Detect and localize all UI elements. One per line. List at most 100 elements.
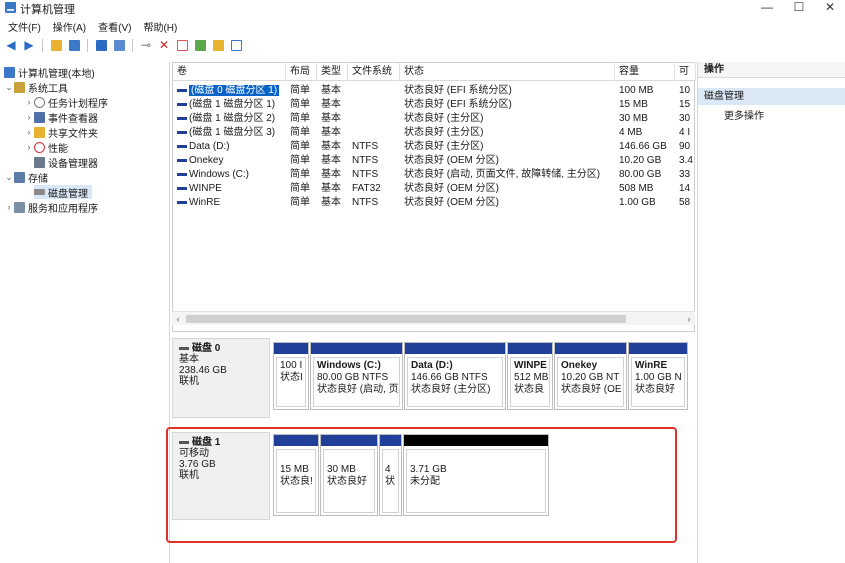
scroll-right-icon[interactable]: › <box>683 312 695 326</box>
cell-type: 基本 <box>321 99 341 110</box>
check-icon[interactable] <box>175 38 189 52</box>
tree-item-label: 任务计划程序 <box>48 98 108 110</box>
column-header-capacity[interactable]: 容量 <box>615 63 675 81</box>
cell-type: 基本 <box>321 127 341 138</box>
chevron-right-icon[interactable]: › <box>24 142 34 152</box>
column-header-volume[interactable]: 卷 <box>173 63 286 81</box>
cell-volume: Data (D:) <box>173 140 286 153</box>
cell-volume: (磁盘 1 磁盘分区 1) <box>173 98 286 111</box>
scroll-left-icon[interactable]: ‹ <box>172 312 184 326</box>
table-row[interactable]: (磁盘 0 磁盘分区 1) 简单 基本 状态良好 (EFI 系统分区) 100 … <box>173 84 696 97</box>
cell-layout: 简单 <box>290 141 310 152</box>
cell-status: 状态良好 (EFI 系统分区) <box>404 99 512 110</box>
chevron-right-icon[interactable]: › <box>24 112 34 122</box>
search-icon[interactable] <box>211 38 225 52</box>
help-icon[interactable] <box>94 38 108 52</box>
table-row[interactable]: WinRE 简单 基本 NTFS 状态良好 (OEM 分区) 1.00 GB 5… <box>173 196 696 209</box>
properties-icon[interactable] <box>112 38 126 52</box>
actions-section-disk-management[interactable]: 磁盘管理 <box>698 88 845 105</box>
tree-item-shared-folders[interactable]: › 共享文件夹 <box>24 125 98 140</box>
volume-icon <box>177 172 187 176</box>
refresh-icon[interactable] <box>193 38 207 52</box>
menu-view[interactable]: 查看(V) <box>98 19 131 34</box>
cell-volume: (磁盘 1 磁盘分区 3) <box>173 126 286 139</box>
tree-item-disk-management[interactable]: 磁盘管理 <box>34 185 92 200</box>
tree-item-storage[interactable]: ⌄ 存储 <box>4 170 48 185</box>
table-row[interactable]: (磁盘 1 磁盘分区 2) 简单 基本 状态良好 (主分区) 30 MB 30 <box>173 112 696 125</box>
table-row[interactable]: Data (D:) 简单 基本 NTFS 状态良好 (主分区) 146.66 G… <box>173 140 696 153</box>
cell-layout: 简单 <box>290 85 310 96</box>
show-hide-tree-icon[interactable] <box>67 38 81 52</box>
chevron-right-icon[interactable]: › <box>24 97 34 107</box>
disk-0-partition-winre[interactable]: WinRE 1.00 GB N 状态良好 <box>628 342 688 410</box>
tree-item-event-viewer[interactable]: › 事件查看器 <box>24 110 98 125</box>
menu-action[interactable]: 操作(A) <box>53 19 86 34</box>
disk-0-partition-d[interactable]: Data (D:) 146.66 GB NTFS 状态良好 (主分区) <box>404 342 506 410</box>
partition-bar <box>629 343 687 354</box>
partition-body: Data (D:) 146.66 GB NTFS 状态良好 (主分区) <box>407 357 503 407</box>
cell-filesystem: NTFS <box>352 169 379 180</box>
tools-icon <box>14 81 25 93</box>
tree-item-root[interactable]: 计算机管理(本地) <box>4 65 95 80</box>
column-header-free[interactable]: 可 <box>675 63 696 81</box>
disk-1-highlight-box <box>166 427 677 543</box>
partition-status: 状态良好 (启动, 页 <box>317 384 399 395</box>
connect-icon[interactable]: ⊸ <box>139 38 153 52</box>
toolbar-separator <box>42 38 43 52</box>
tree-item-performance[interactable]: › 性能 <box>24 140 68 155</box>
menu-bar: 文件(F) 操作(A) 查看(V) 帮助(H) <box>0 18 845 34</box>
cell-free: 15 <box>679 99 691 110</box>
partition-size: 146.66 GB NTFS <box>411 372 488 383</box>
cell-layout: 简单 <box>290 155 310 166</box>
disk-0-partition-efi[interactable]: 100 I 状态I <box>273 342 309 410</box>
horizontal-scrollbar[interactable]: ‹ › <box>172 311 695 325</box>
menu-file[interactable]: 文件(F) <box>8 19 41 34</box>
table-row[interactable]: (磁盘 1 磁盘分区 3) 简单 基本 状态良好 (主分区) 4 MB 4 I <box>173 126 696 139</box>
disk-0-partition-winpe[interactable]: WINPE 512 MB 状态良 <box>507 342 553 410</box>
disk-0-partition-c[interactable]: Windows (C:) 80.00 GB NTFS 状态良好 (启动, 页 <box>310 342 403 410</box>
chevron-right-icon[interactable]: › <box>4 202 14 212</box>
cell-status: 状态良好 (主分区) <box>404 127 484 138</box>
volume-list-header: 卷 布局 类型 文件系统 状态 容量 可 <box>173 63 696 81</box>
scrollbar-thumb[interactable] <box>186 315 626 323</box>
chevron-down-icon[interactable]: ⌄ <box>4 172 14 183</box>
chevron-down-icon[interactable]: ⌄ <box>4 82 14 93</box>
performance-icon <box>34 141 45 153</box>
close-button[interactable]: ✕ <box>815 0 845 16</box>
volume-icon <box>177 116 187 120</box>
table-row[interactable]: Onekey 简单 基本 NTFS 状态良好 (OEM 分区) 10.20 GB… <box>173 154 696 167</box>
cell-layout: 简单 <box>290 127 310 138</box>
cell-volume-text: (磁盘 0 磁盘分区 1) <box>189 85 280 96</box>
delete-icon[interactable]: ✕ <box>157 38 171 52</box>
partition-bar <box>274 343 308 354</box>
back-arrow-icon[interactable]: ◀ <box>4 38 18 52</box>
disk-0-info[interactable]: 磁盘 0 基本 238.46 GB 联机 <box>172 338 270 418</box>
minimize-button[interactable]: — <box>752 0 782 16</box>
tree-item-label: 计算机管理(本地) <box>18 68 95 80</box>
tree-item-system-tools[interactable]: ⌄ 系统工具 <box>4 80 68 95</box>
navigation-tree: 计算机管理(本地) ⌄ 系统工具 › 任务计划程序 › 事件查看器 › 共享文件… <box>0 62 170 563</box>
chevron-right-icon[interactable]: › <box>24 127 34 137</box>
up-folder-icon[interactable] <box>49 38 63 52</box>
column-header-filesystem[interactable]: 文件系统 <box>348 63 400 81</box>
disk-0-name-text: 磁盘 0 <box>192 343 221 354</box>
disk-0-partition-onekey[interactable]: Onekey 10.20 GB NT 状态良好 (OE <box>554 342 627 410</box>
tree-item-services-apps[interactable]: › 服务和应用程序 <box>4 200 98 215</box>
partition-body: Windows (C:) 80.00 GB NTFS 状态良好 (启动, 页 <box>313 357 400 407</box>
menu-help[interactable]: 帮助(H) <box>143 19 177 34</box>
column-header-type[interactable]: 类型 <box>317 63 348 81</box>
column-header-layout[interactable]: 布局 <box>286 63 317 81</box>
list-view-icon[interactable] <box>229 38 243 52</box>
cell-filesystem: NTFS <box>352 155 379 166</box>
table-row[interactable]: (磁盘 1 磁盘分区 1) 简单 基本 状态良好 (EFI 系统分区) 15 M… <box>173 98 696 111</box>
volume-icon <box>177 186 187 190</box>
tree-item-task-scheduler[interactable]: › 任务计划程序 <box>24 95 108 110</box>
maximize-button[interactable]: ☐ <box>784 0 814 16</box>
more-actions-link[interactable]: 更多操作 <box>724 110 764 124</box>
table-row[interactable]: Windows (C:) 简单 基本 NTFS 状态良好 (启动, 页面文件, … <box>173 168 696 181</box>
tree-item-device-manager[interactable]: 设备管理器 <box>34 155 98 170</box>
partition-size: 512 MB <box>514 372 549 383</box>
forward-arrow-icon[interactable]: ▶ <box>22 38 36 52</box>
table-row[interactable]: WINPE 简单 基本 FAT32 状态良好 (OEM 分区) 508 MB 1… <box>173 182 696 195</box>
column-header-status[interactable]: 状态 <box>400 63 615 81</box>
